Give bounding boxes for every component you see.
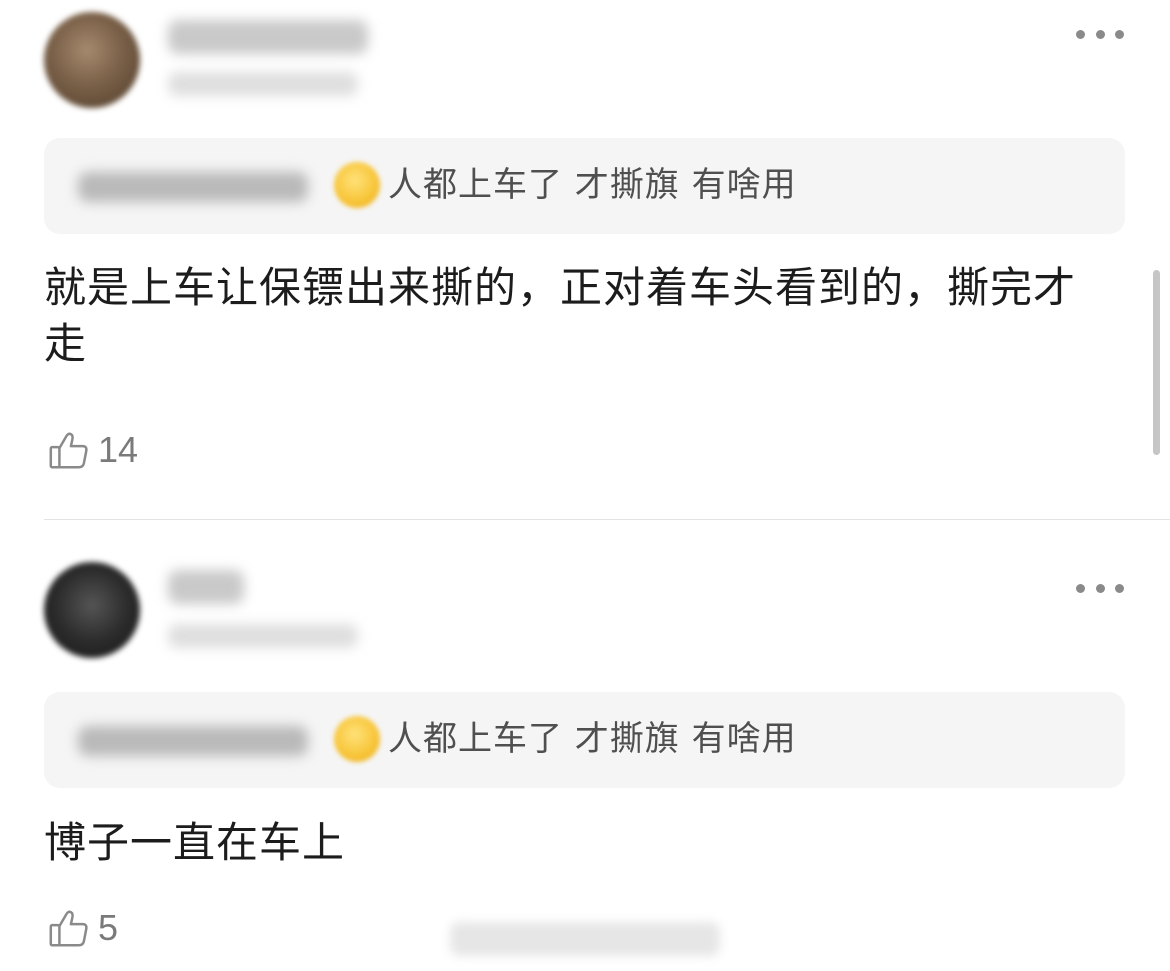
quoted-text: 人都上车了 才撕旗 有啥用 [388,719,797,759]
comment-meta-blurred [168,72,358,96]
more-dots-icon [1076,583,1085,593]
username-blurred[interactable] [168,20,368,54]
quoted-username-blurred [78,726,308,756]
more-options-button[interactable] [1076,576,1124,600]
like-button[interactable]: 5 [46,903,118,953]
comment-meta-blurred [168,624,358,648]
quoted-text: 人都上车了 才撕旗 有啥用 [388,165,797,205]
watermark-blurred [450,922,720,956]
comment-text: 就是上车让保镖出来撕的，正对着车头看到的，撕完才走 [44,263,1077,368]
like-count: 5 [98,907,119,948]
more-dots-icon [1076,29,1085,39]
comment-item: 人都上车了 才撕旗 有啥用 就是上车让保镖出来撕的，正对着车头看到的，撕完才走 … [0,0,1170,520]
avatar[interactable] [44,562,140,658]
like-count: 14 [98,429,139,470]
quoted-username-blurred [78,172,308,202]
avatar[interactable] [44,12,140,108]
tears-of-joy-emoji-icon [334,716,380,762]
quoted-comment[interactable]: 人都上车了 才撕旗 有啥用 [44,138,1125,234]
username-blurred[interactable] [168,570,244,604]
comment-list: 人都上车了 才撕旗 有啥用 就是上车让保镖出来撕的，正对着车头看到的，撕完才走 … [0,0,1170,971]
thumbs-up-icon [49,432,88,469]
like-button[interactable]: 14 [46,425,138,475]
tears-of-joy-emoji-icon [334,162,380,208]
more-options-button[interactable] [1076,22,1124,46]
quoted-comment[interactable]: 人都上车了 才撕旗 有啥用 [44,692,1125,788]
thumbs-up-icon [49,910,88,947]
comment-text: 博子一直在车上 [44,818,346,867]
comment-item: 人都上车了 才撕旗 有啥用 博子一直在车上 5 [0,520,1170,971]
scrollbar[interactable] [1153,270,1160,455]
